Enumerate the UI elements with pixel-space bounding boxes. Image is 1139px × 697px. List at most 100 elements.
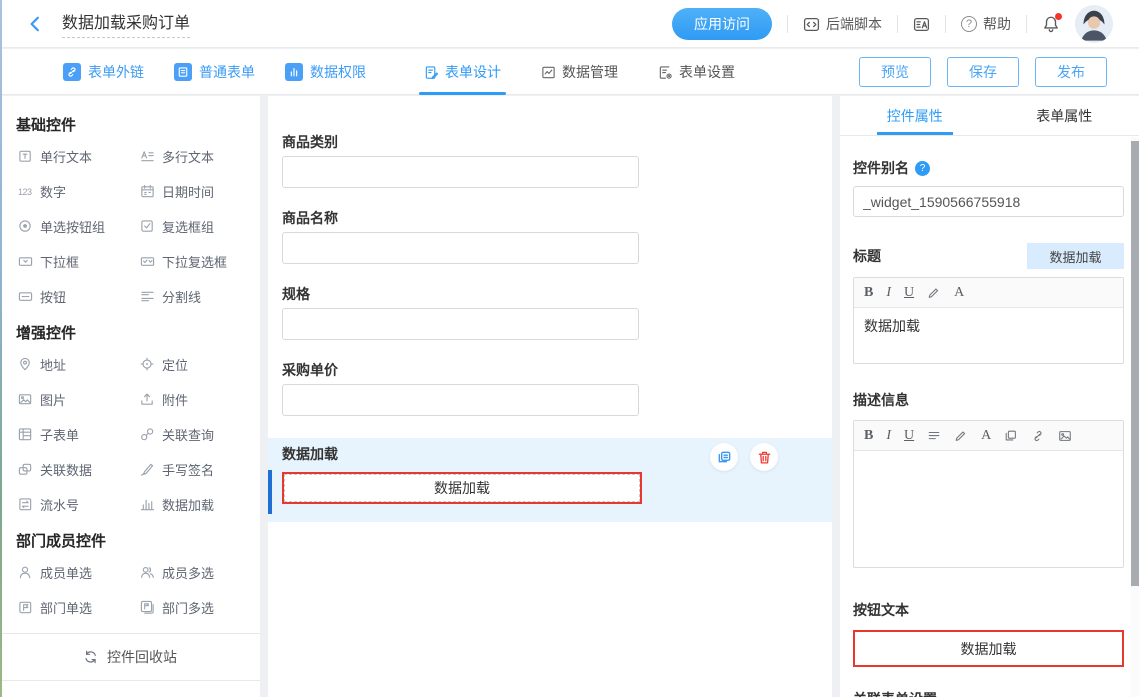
copy-icon [717, 450, 732, 465]
backend-script-button[interactable]: 后端脚本 [803, 14, 882, 34]
sidebar-item-image[interactable]: 图片 [18, 390, 140, 409]
copy-icon[interactable] [1004, 429, 1018, 443]
help-button[interactable]: ? 帮助 [961, 14, 1011, 34]
sidebar-item-relation-query[interactable]: 关联查询 [140, 425, 260, 444]
sidebar-item-multi-select[interactable]: 下拉复选框 [140, 252, 260, 271]
sidebar-item-signature[interactable]: 手写签名 [140, 460, 260, 479]
copy-widget-button[interactable] [710, 443, 738, 471]
data-permission-tab[interactable]: 数据权限 [285, 62, 366, 82]
alias-help-icon[interactable]: ? [915, 161, 930, 176]
notifications-button[interactable] [1042, 15, 1060, 33]
sidebar-item-dept-multi[interactable]: 部门多选 [140, 598, 260, 617]
gutter [260, 96, 268, 697]
font-color-button[interactable]: A [981, 428, 991, 444]
sidebar-item-member-multi[interactable]: 成员多选 [140, 563, 260, 582]
sidebar-item-data-load[interactable]: 数据加载 [140, 495, 260, 514]
save-button[interactable]: 保存 [947, 57, 1019, 87]
preview-button[interactable]: 预览 [859, 57, 931, 87]
form-field[interactable]: 商品名称 [282, 210, 818, 264]
sidebar-item-address[interactable]: 地址 [18, 355, 140, 374]
delete-widget-button[interactable] [750, 443, 778, 471]
tab-form-design[interactable]: 表单设计 [424, 49, 501, 95]
tab-form-properties[interactable]: 表单属性 [990, 96, 1139, 135]
sidebar-item-divider[interactable]: 分割线 [140, 287, 260, 306]
font-color-button[interactable]: A [954, 285, 964, 301]
sidebar-item-serial-number[interactable]: 流水号 [18, 495, 140, 514]
normal-form-tab[interactable]: 普通表单 [174, 62, 255, 82]
sidebar-item-subform[interactable]: 子表单 [18, 425, 140, 444]
alias-input[interactable] [853, 186, 1124, 217]
link-icon[interactable] [1031, 429, 1045, 443]
bold-button[interactable]: B [864, 428, 873, 444]
tab-label: 表单设计 [445, 62, 501, 82]
item-label: 按钮 [40, 287, 66, 306]
field-input[interactable] [282, 156, 639, 188]
sidebar-item-button[interactable]: 按钮 [18, 287, 140, 306]
tab-widget-properties[interactable]: 控件属性 [840, 96, 990, 135]
publish-button[interactable]: 发布 [1035, 57, 1107, 87]
field-input[interactable] [282, 232, 639, 264]
item-label: 手写签名 [162, 460, 214, 479]
sidebar-item-multi-text[interactable]: 多行文本 [140, 147, 260, 166]
external-link-tab[interactable]: 表单外链 [63, 62, 144, 82]
properties-panel: 控件属性 表单属性 控件别名 ? 标题 数据加载 [840, 96, 1139, 697]
sidebar-item-dept-single[interactable]: 部门单选 [18, 598, 140, 617]
question-circle-icon: ? [961, 16, 977, 32]
relation-query-icon [140, 427, 155, 442]
page-title: 数据加载采购订单 [62, 9, 190, 38]
sidebar-item-checkbox-group[interactable]: 复选框组 [140, 217, 260, 236]
pen-icon[interactable] [954, 429, 968, 443]
sidebar-item-relation-data[interactable]: 关联数据 [18, 460, 140, 479]
tab-form-settings[interactable]: 表单设置 [658, 49, 735, 95]
panel-scrollbar-thumb[interactable] [1131, 141, 1139, 586]
translate-button[interactable] [913, 16, 930, 33]
chevron-left-icon [26, 15, 44, 33]
item-label: 图片 [40, 390, 66, 409]
field-type-chip[interactable]: 数据加载 [1027, 243, 1124, 269]
sidebar-item-select[interactable]: 下拉框 [18, 252, 140, 271]
underline-button[interactable]: U [904, 285, 914, 301]
person-icon [18, 565, 33, 580]
data-load-button-widget[interactable]: 数据加载 [282, 472, 642, 504]
related-form-label: 关联表单设置 [853, 689, 1124, 697]
image-icon[interactable] [1058, 429, 1072, 443]
field-input[interactable] [282, 308, 639, 340]
form-design-icon [424, 65, 439, 80]
app-access-button[interactable]: 应用访问 [672, 8, 772, 40]
bold-button[interactable]: B [864, 285, 873, 301]
sidebar-item-single-text[interactable]: 单行文本 [18, 147, 140, 166]
back-button[interactable] [26, 15, 44, 33]
underline-button[interactable]: U [904, 428, 914, 444]
data-load-icon [140, 497, 155, 512]
align-icon[interactable] [927, 429, 941, 443]
selected-widget-data-load[interactable]: 数据加载 数据加载 [268, 438, 832, 522]
form-field[interactable]: 采购单价 [282, 362, 818, 416]
sidebar-item-datetime[interactable]: 日期时间 [140, 182, 260, 201]
form-canvas[interactable]: 商品类别 商品名称 规格 采购单价 数据加载 数据加载 [268, 96, 832, 697]
widget-recycle-bin[interactable]: 控件回收站 [0, 633, 260, 681]
calendar-icon [140, 184, 155, 199]
data-permission-label: 数据权限 [310, 62, 366, 82]
sidebar-item-attachment[interactable]: 附件 [140, 390, 260, 409]
pen-icon[interactable] [927, 286, 941, 300]
tab-label: 表单属性 [1036, 106, 1092, 126]
sidebar-item-radio-group[interactable]: 单选按钮组 [18, 217, 140, 236]
form-link-actions: 表单外链 普通表单 数据权限 [63, 49, 366, 95]
italic-button[interactable]: I [886, 285, 891, 301]
button-text-input[interactable]: 数据加载 [853, 630, 1124, 667]
field-label: 规格 [282, 286, 818, 302]
title-editor-content[interactable]: 数据加载 [854, 308, 1123, 363]
user-avatar[interactable] [1075, 5, 1113, 43]
form-field[interactable]: 规格 [282, 286, 818, 340]
sidebar-item-location[interactable]: 定位 [140, 355, 260, 374]
external-link-label: 表单外链 [88, 62, 144, 82]
form-field[interactable]: 商品类别 [282, 134, 818, 188]
people-icon [140, 565, 155, 580]
sidebar-item-number[interactable]: 123数字 [18, 182, 140, 201]
sidebar-item-member-single[interactable]: 成员单选 [18, 563, 140, 582]
field-input[interactable] [282, 384, 639, 416]
italic-button[interactable]: I [886, 428, 891, 444]
tab-data-manage[interactable]: 数据管理 [541, 49, 618, 95]
divider-icon [140, 289, 155, 304]
description-editor-content[interactable] [854, 451, 1123, 567]
